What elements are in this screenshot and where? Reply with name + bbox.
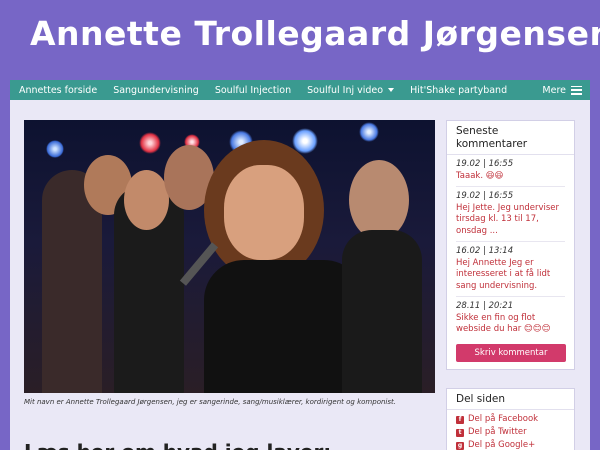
- share-title: Del siden: [447, 389, 574, 410]
- share-twitter-link[interactable]: t Del på Twitter: [447, 426, 574, 439]
- share-label: Del på Google+: [468, 440, 536, 450]
- nav-more-button[interactable]: Mere: [542, 85, 590, 96]
- stage-light: [46, 140, 64, 158]
- comment-item[interactable]: 19.02 | 16:55 Hej Jette. Jeg underviser …: [447, 187, 574, 237]
- nav-item-soulful-injection[interactable]: Soulful Injection: [207, 80, 299, 100]
- nav-item-soulful-inj-video[interactable]: Soulful Inj video: [299, 80, 402, 100]
- nav-item-label: Hit'Shake partyband: [410, 84, 508, 96]
- comment-text[interactable]: Sikke en fin og flot webside du har 😊😊😊: [456, 313, 565, 336]
- write-comment-button[interactable]: Skriv kommentar: [456, 344, 566, 362]
- backup-singer: [124, 170, 169, 230]
- menu-icon: [571, 85, 582, 95]
- comment-item[interactable]: 19.02 | 16:55 Taaak. 😆😆: [447, 155, 574, 182]
- share-label: Del på Twitter: [468, 427, 527, 437]
- comment-text[interactable]: Taaak. 😆😆: [456, 171, 565, 183]
- chevron-down-icon: [388, 88, 395, 92]
- stage-light: [359, 122, 379, 142]
- nav-more-label: Mere: [542, 84, 566, 96]
- share-label: Del på Facebook: [468, 414, 539, 424]
- stage-light: [139, 132, 161, 154]
- backup-singer: [349, 160, 409, 240]
- comment-date: 16.02 | 13:14: [456, 246, 514, 256]
- latest-comments-widget: Seneste kommentarer 19.02 | 16:55 Taaak.…: [446, 120, 575, 370]
- hero-caption: Mit navn er Annette Trollegaard Jørgense…: [24, 398, 396, 406]
- nav-item-hitshake[interactable]: Hit'Shake partyband: [402, 80, 515, 100]
- nav-item-label: Soulful Injection: [214, 84, 292, 96]
- site-title[interactable]: Annette Trollegaard Jørgensen: [30, 14, 600, 53]
- share-facebook-link[interactable]: f Del på Facebook: [447, 413, 574, 426]
- hero-image: [24, 120, 435, 393]
- google-plus-icon: g: [456, 441, 464, 450]
- nav-item-label: Soulful Inj video: [307, 84, 384, 96]
- share-widget: Del siden f Del på Facebook t Del på Twi…: [446, 388, 575, 450]
- nav-item-label: Sangundervisning: [113, 84, 199, 96]
- backup-singer: [342, 230, 422, 393]
- lead-singer: [224, 165, 304, 260]
- nav-item-forside[interactable]: Annettes forside: [10, 80, 105, 100]
- comment-date: 28.11 | 20:21: [456, 301, 514, 311]
- section-heading: Læs her om hvad jeg laver:: [24, 440, 331, 450]
- facebook-icon: f: [456, 415, 464, 424]
- comment-item[interactable]: 28.11 | 20:21 Sikke en fin og flot websi…: [447, 297, 574, 336]
- lead-singer: [204, 260, 364, 393]
- nav-item-sangundervisning[interactable]: Sangundervisning: [105, 80, 207, 100]
- main-nav: Annettes forside Sangundervisning Soulfu…: [10, 80, 590, 100]
- nav-item-label: Annettes forside: [19, 84, 98, 96]
- comments-title: Seneste kommentarer: [447, 121, 574, 155]
- content-area: Mit navn er Annette Trollegaard Jørgense…: [10, 100, 590, 450]
- comment-text[interactable]: Hej Annette Jeg er interesseret i at få …: [456, 258, 565, 293]
- share-google-link[interactable]: g Del på Google+: [447, 439, 574, 450]
- comment-date: 19.02 | 16:55: [456, 159, 514, 169]
- comment-text[interactable]: Hej Jette. Jeg underviser tirsdag kl. 13…: [456, 203, 565, 238]
- comment-item[interactable]: 16.02 | 13:14 Hej Annette Jeg er interes…: [447, 242, 574, 292]
- twitter-icon: t: [456, 428, 464, 437]
- comment-date: 19.02 | 16:55: [456, 191, 514, 201]
